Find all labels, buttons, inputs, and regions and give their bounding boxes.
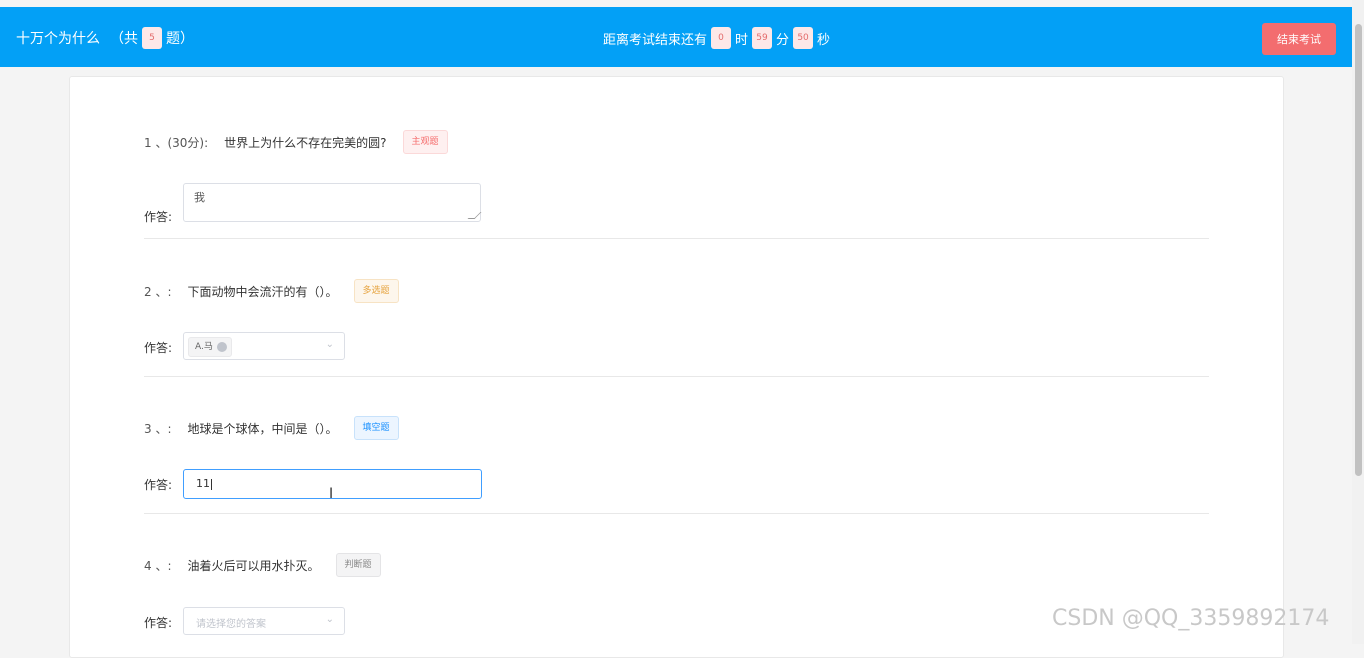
question-count: 5 [142,27,162,49]
question-count-suffix: 题） [166,31,194,47]
watermark: CSDN @QQ_3359892174 [1052,606,1330,631]
question-card: 1 、(30分): 世界上为什么不存在完美的圆? 主观题 作答: 我 2 、: … [69,76,1284,658]
timer-hours: 0 [711,27,732,49]
question-2-answer-label: 作答: [144,341,173,355]
question-2-text: 下面动物中会流汗的有（）。 [187,284,338,299]
timer-minutes: 59 [752,27,773,49]
selected-option-label: A.马 [195,342,213,352]
question-2-type-tag: 多选题 [353,279,399,303]
question-3-answer-value: 11 [196,477,210,490]
question-4-select[interactable]: 请选择您的答案 ⌄ [183,607,345,635]
question-1-answer-text: 我 [194,191,205,204]
question-1-answer-label: 作答: [144,210,173,224]
question-3-title: 3 、: 地球是个球体，中间是（）。 填空题 [144,416,399,440]
question-4-type-tag: 判断题 [335,553,381,577]
question-2-multi-select[interactable]: A.马 ⌄ [183,332,345,360]
question-1-text: 世界上为什么不存在完美的圆? [224,135,387,150]
question-1-type-tag: 主观题 [402,130,448,154]
question-1-answer-textarea[interactable]: 我 [183,183,482,222]
timer-seconds: 50 [793,27,814,49]
question-4-title: 4 、: 油着火后可以用水扑灭。 判断题 [144,553,381,577]
question-1-number: 1 、(30分): [144,135,209,150]
scrollbar-thumb[interactable] [1355,24,1362,476]
timer-minutes-unit: 分 [776,32,790,48]
question-count-prefix: （共 [110,31,138,47]
question-3-answer-label: 作答: [144,478,173,492]
divider [144,238,1209,239]
chevron-down-icon[interactable]: ⌄ [326,339,334,350]
exam-title: 十万个为什么 （共 5 题） [16,27,194,49]
text-caret [211,478,212,490]
question-4-number: 4 、: [144,558,172,573]
timer-label: 距离考试结束还有 [603,32,708,48]
question-4-answer-label: 作答: [144,616,173,630]
divider [144,376,1209,377]
question-3-type-tag: 填空题 [353,416,399,440]
chip-close-icon[interactable] [216,342,227,352]
resize-handle-icon[interactable] [467,212,482,219]
exam-name: 十万个为什么 [16,31,100,47]
question-2-title: 2 、: 下面动物中会流汗的有（）。 多选题 [144,279,399,303]
question-3-number: 3 、: [144,421,172,436]
text-cursor-icon: I [329,486,334,502]
end-exam-button[interactable]: 结束考试 [1262,23,1336,55]
selected-option-chip: A.马 [188,337,232,357]
page-scrollbar[interactable] [1352,0,1364,644]
question-3-text: 地球是个球体，中间是（）。 [187,421,338,436]
question-4-placeholder: 请选择您的答案 [196,619,266,630]
question-1-title: 1 、(30分): 世界上为什么不存在完美的圆? 主观题 [144,130,448,154]
chevron-down-icon[interactable]: ⌄ [326,614,334,625]
timer-hours-unit: 时 [735,32,749,48]
question-2-number: 2 、: [144,284,172,299]
exam-header: 十万个为什么 （共 5 题） 距离考试结束还有 0 时 59 分 50 秒 结束… [0,7,1352,67]
question-4-text: 油着火后可以用水扑灭。 [187,558,320,573]
countdown-timer: 距离考试结束还有 0 时 59 分 50 秒 [603,27,830,49]
divider [144,513,1209,514]
timer-seconds-unit: 秒 [817,32,831,48]
